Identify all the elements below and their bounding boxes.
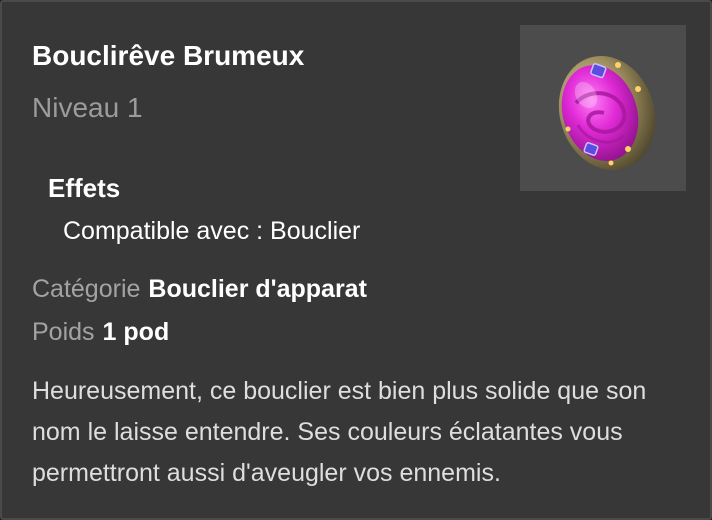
category-label: Catégorie (32, 275, 141, 303)
item-level: Niveau 1 (32, 92, 143, 123)
category-value: Bouclier d'apparat (148, 275, 367, 303)
item-tooltip-card: Bouclirêve Brumeux Niveau 1 Effets Compa… (0, 0, 712, 520)
weight-label: Poids (32, 318, 95, 346)
item-description: Heureusement, ce bouclier est bien plus … (32, 377, 647, 487)
effect-line: Compatible avec : Bouclier (63, 217, 361, 245)
effects-heading: Effets (48, 173, 121, 203)
weight-value: 1 pod (102, 318, 170, 346)
item-image (520, 25, 686, 191)
category-row: Catégorie Bouclier d'apparat (32, 275, 367, 304)
weight-row: Poids 1 pod (32, 318, 169, 347)
shield-icon (558, 55, 656, 171)
item-name: Bouclirêve Brumeux (32, 40, 305, 71)
